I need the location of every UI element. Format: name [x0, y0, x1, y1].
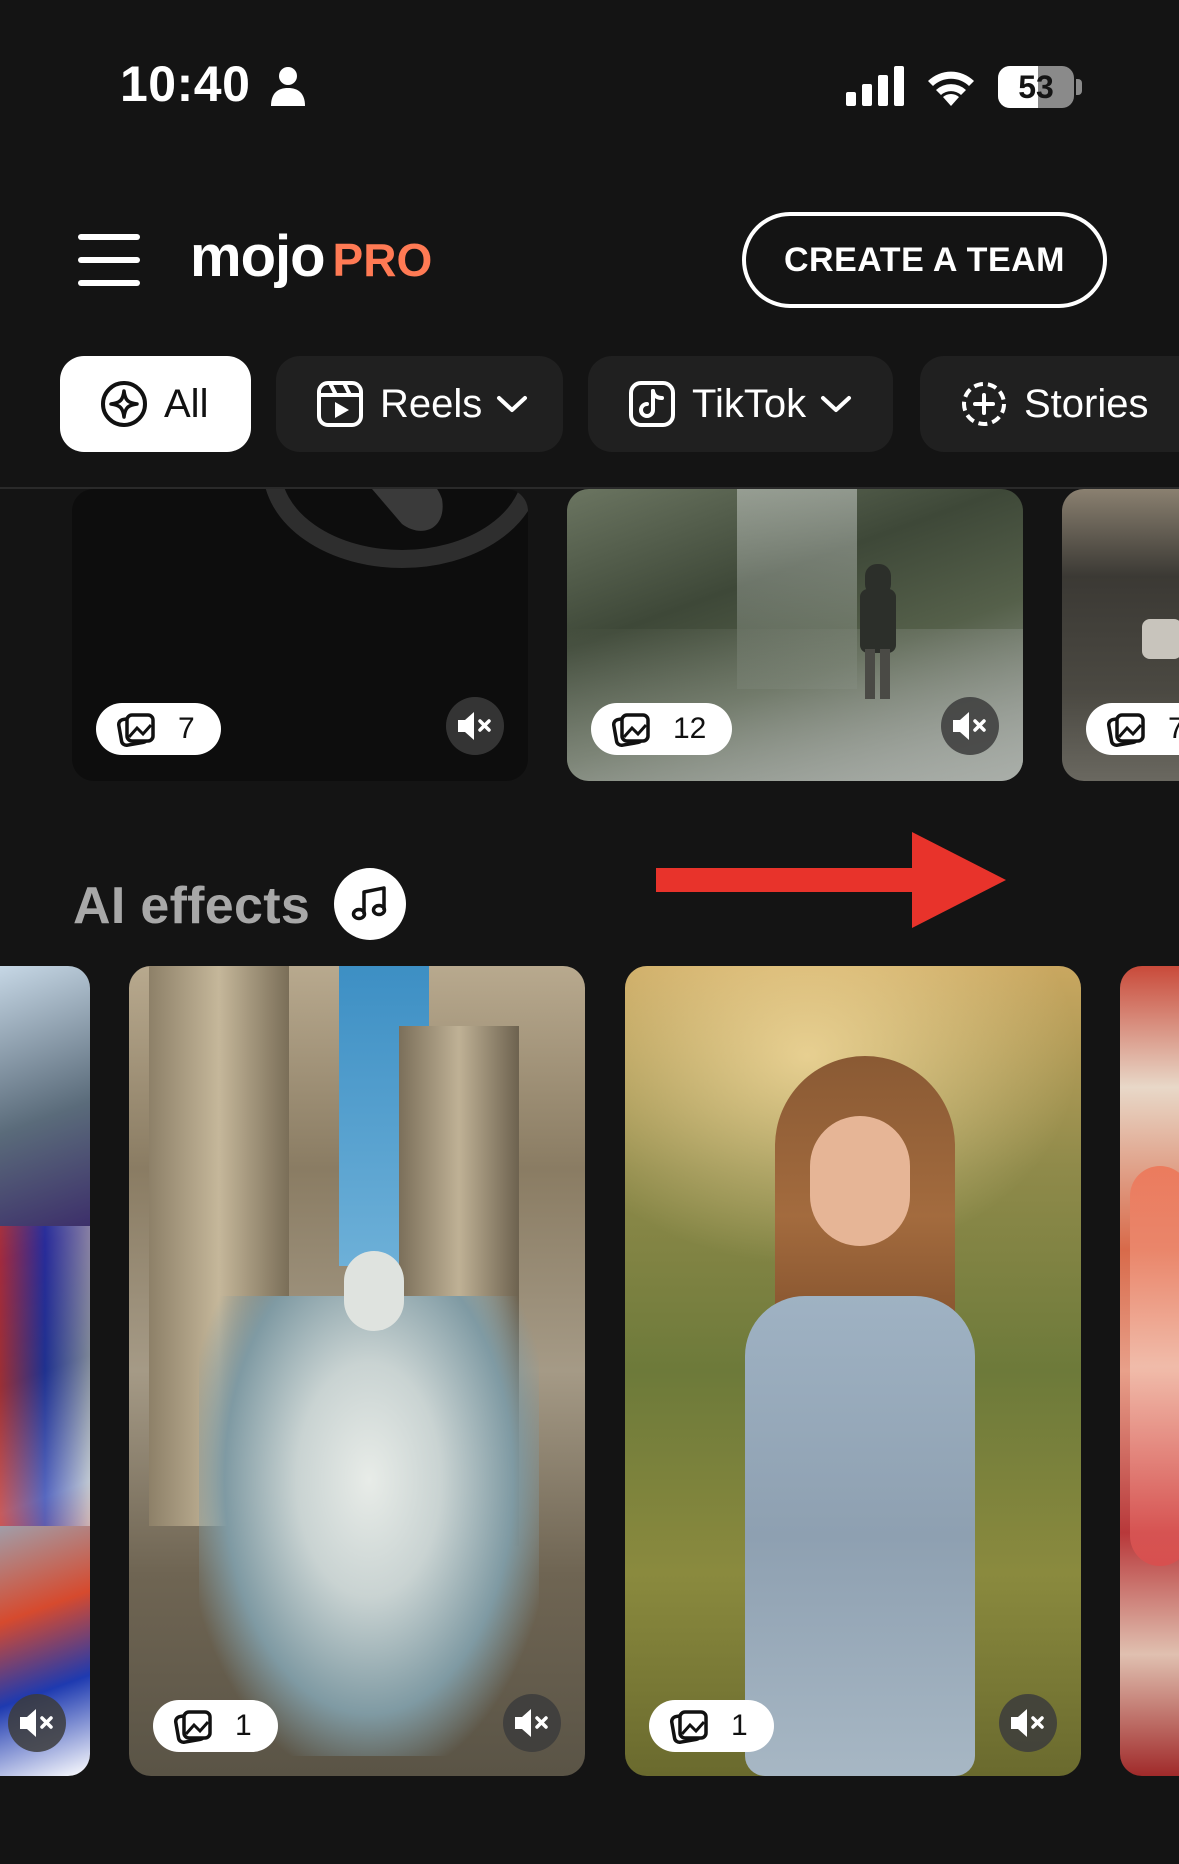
effect-card[interactable] — [0, 966, 90, 1776]
thumbnail-image — [0, 1226, 90, 1526]
thumbnail-image — [1130, 1166, 1179, 1566]
create-team-button[interactable]: CREATE A TEAM — [742, 212, 1107, 308]
status-bar: 10:40 53 — [0, 0, 1179, 150]
clip-count-badge: 7 — [1086, 703, 1179, 755]
stories-icon — [962, 382, 1006, 426]
clip-count: 1 — [731, 1709, 748, 1742]
thumbnail-image — [1142, 619, 1179, 659]
swipe-right-arrow — [656, 832, 1006, 928]
filter-chip-stories[interactable]: Stories — [920, 356, 1179, 452]
battery-percent: 53 — [1018, 69, 1054, 105]
mute-button[interactable] — [8, 1694, 66, 1752]
chevron-down-icon — [497, 396, 528, 412]
clip-count: 1 — [235, 1709, 252, 1742]
speaker-muted-icon — [953, 712, 986, 740]
filter-chip-label: All — [164, 381, 209, 426]
filter-chip-label: TikTok — [692, 381, 807, 426]
filter-chips: All Reels TikTok Stories — [0, 356, 1179, 452]
person-icon — [271, 67, 305, 106]
mute-button[interactable] — [999, 1694, 1057, 1752]
mute-button[interactable] — [503, 1694, 561, 1752]
mute-button[interactable] — [446, 697, 504, 755]
media-stack-icon — [669, 1710, 708, 1745]
media-stack-icon — [116, 713, 155, 748]
reels-icon — [317, 381, 363, 427]
speaker-muted-icon — [458, 712, 491, 740]
clip-count: 7 — [178, 712, 195, 745]
status-time: 10:40 — [120, 56, 251, 112]
filter-chip-label: Reels — [380, 381, 483, 426]
filter-chip-tiktok[interactable]: TikTok — [588, 356, 893, 452]
chevron-down-icon — [821, 396, 852, 412]
mute-button[interactable] — [941, 697, 999, 755]
clip-count: 7 — [1168, 712, 1179, 745]
clip-count-badge: 12 — [591, 703, 733, 755]
speaker-muted-icon — [20, 1709, 53, 1737]
wifi-icon — [928, 71, 974, 106]
media-stack-icon — [611, 713, 650, 748]
filter-chip-all[interactable]: All — [60, 356, 251, 452]
app-logo: mojo PRO — [190, 222, 432, 295]
logo-text: mojo — [190, 224, 326, 289]
logo-pro-badge: PRO — [332, 234, 433, 286]
clip-count: 12 — [673, 712, 707, 745]
clip-count-badge: 1 — [649, 1700, 774, 1752]
media-stack-icon — [173, 1710, 212, 1745]
clip-count-badge: 7 — [96, 703, 221, 755]
tiktok-icon — [629, 381, 675, 427]
template-card[interactable]: 7 — [1062, 489, 1179, 781]
effect-card[interactable]: 1 — [129, 966, 585, 1776]
battery-indicator: 53 — [998, 66, 1082, 108]
hamburger-menu-icon[interactable] — [78, 234, 140, 286]
cellular-signal-icon — [846, 66, 904, 106]
section-title-ai-effects: AI effects — [73, 877, 311, 935]
speaker-muted-icon — [1011, 1709, 1044, 1737]
speaker-muted-icon — [515, 1709, 548, 1737]
media-stack-icon — [1106, 713, 1145, 748]
music-note-icon — [351, 886, 387, 921]
template-card[interactable]: 7 — [72, 489, 528, 781]
thumbnail-image — [265, 489, 528, 568]
music-button[interactable] — [334, 868, 406, 940]
sparkle-circle-icon — [101, 381, 147, 427]
clip-count-badge: 1 — [153, 1700, 278, 1752]
effect-card[interactable] — [1120, 966, 1179, 1776]
effect-card[interactable]: 1 — [625, 966, 1081, 1776]
filter-chip-label: Stories — [1024, 381, 1149, 426]
template-card[interactable]: 12 — [567, 489, 1023, 781]
filter-chip-reels[interactable]: Reels — [276, 356, 563, 452]
